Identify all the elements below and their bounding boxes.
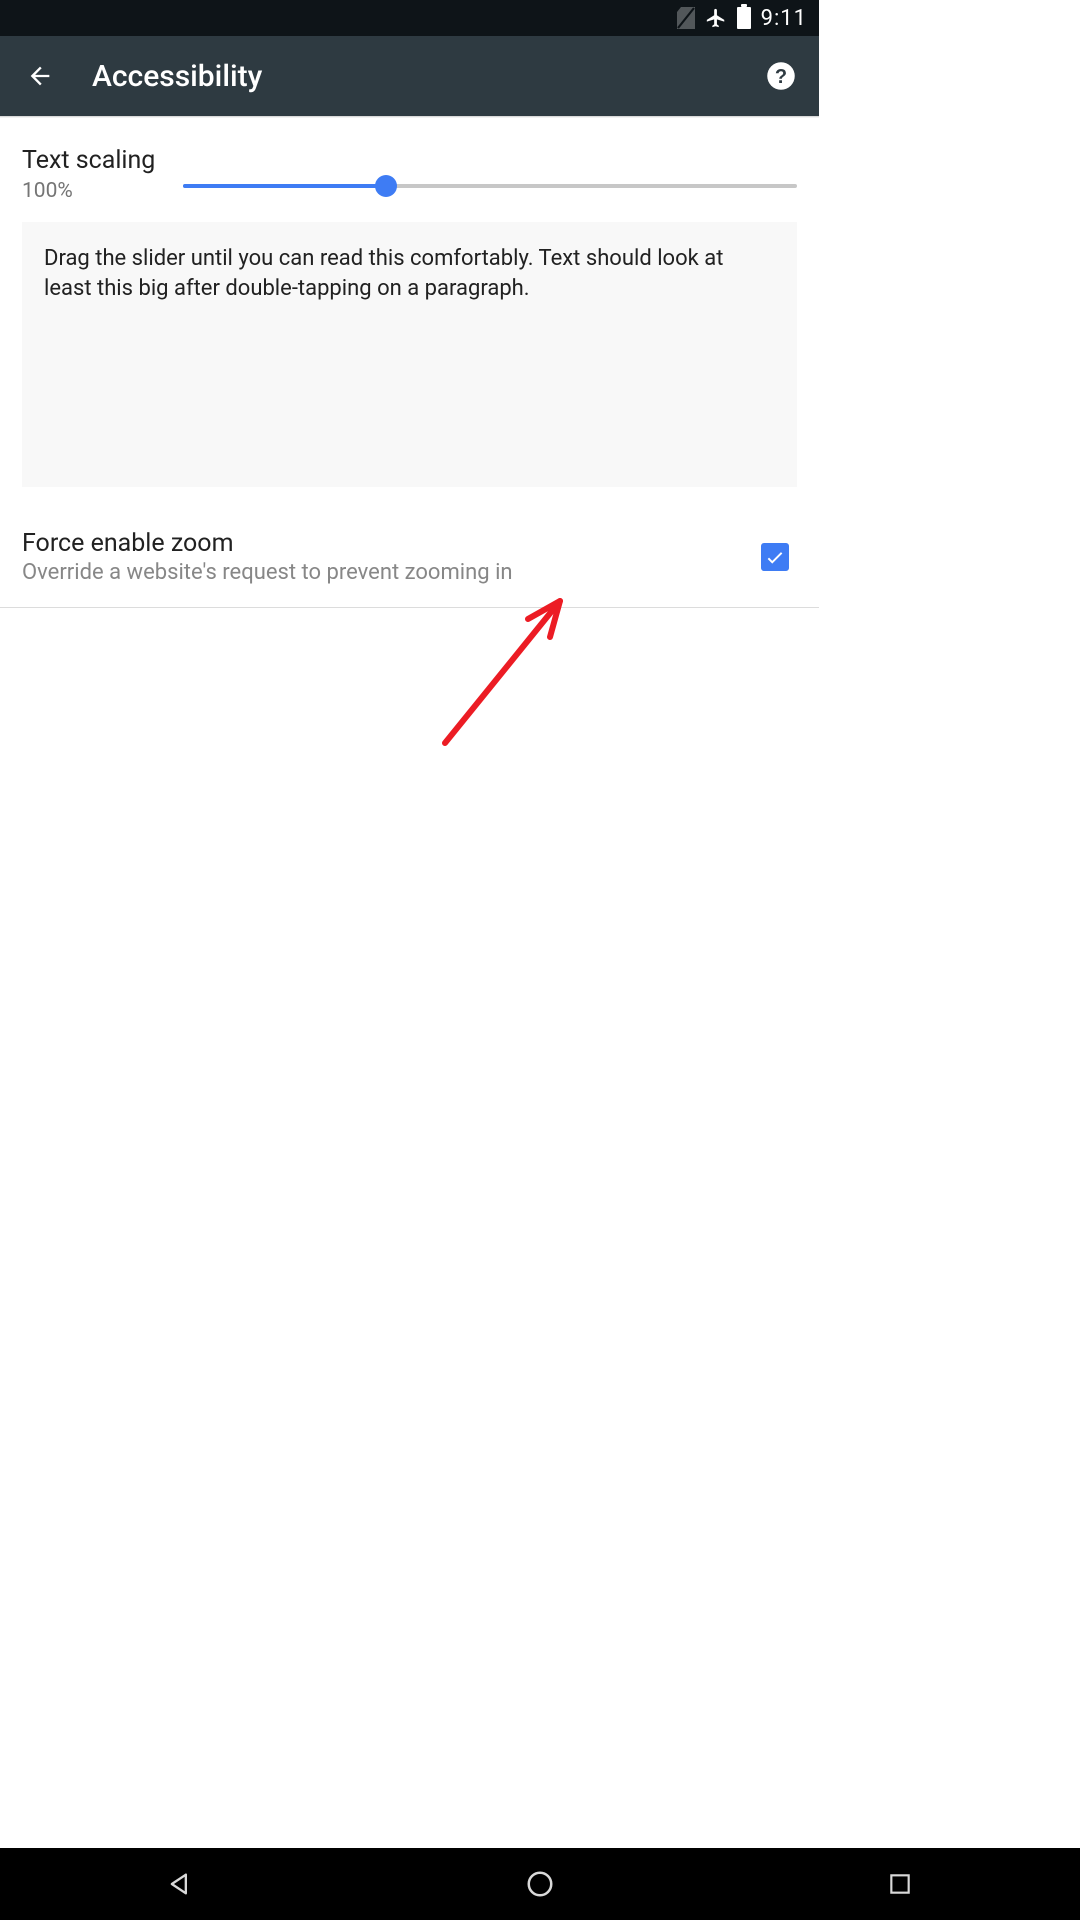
force-enable-zoom-checkbox[interactable] xyxy=(761,543,789,571)
slider-thumb[interactable] xyxy=(375,175,397,197)
nav-back-button[interactable] xyxy=(150,1854,210,1914)
force-enable-zoom-subtitle: Override a website's request to prevent … xyxy=(22,560,513,585)
page-title: Accessibility xyxy=(92,59,731,94)
nav-recent-button[interactable] xyxy=(870,1854,930,1914)
square-recent-icon xyxy=(887,1871,913,1897)
status-time: 9:11 xyxy=(761,6,807,31)
text-scaling-label: Text scaling xyxy=(22,146,155,175)
text-scaling-preview: Drag the slider until you can read this … xyxy=(22,222,797,487)
circle-home-icon xyxy=(525,1869,555,1899)
battery-full-icon xyxy=(737,7,751,29)
nav-home-button[interactable] xyxy=(510,1854,570,1914)
slider-fill xyxy=(183,184,386,188)
help-button[interactable]: ? xyxy=(761,56,801,96)
content-area: Text scaling 100% Drag the slider until … xyxy=(0,118,819,608)
back-button[interactable] xyxy=(18,54,62,98)
force-enable-zoom-row[interactable]: Force enable zoom Override a website's r… xyxy=(0,529,819,608)
arrow-back-icon xyxy=(26,62,54,90)
no-sim-icon xyxy=(677,7,695,29)
text-scaling-slider[interactable] xyxy=(183,184,797,188)
svg-text:?: ? xyxy=(775,66,787,88)
force-enable-zoom-title: Force enable zoom xyxy=(22,529,513,558)
airplane-mode-icon xyxy=(705,7,727,29)
status-bar: 9:11 xyxy=(0,0,819,36)
help-icon: ? xyxy=(766,61,796,91)
text-scaling-value: 100% xyxy=(22,179,155,203)
app-bar: Accessibility ? xyxy=(0,36,819,116)
preview-text: Drag the slider until you can read this … xyxy=(44,246,723,301)
navigation-bar xyxy=(0,1848,1080,1920)
triangle-back-icon xyxy=(166,1870,194,1898)
text-scaling-row: Text scaling 100% xyxy=(22,146,797,210)
annotation-arrow xyxy=(430,583,590,753)
check-icon xyxy=(764,546,786,568)
